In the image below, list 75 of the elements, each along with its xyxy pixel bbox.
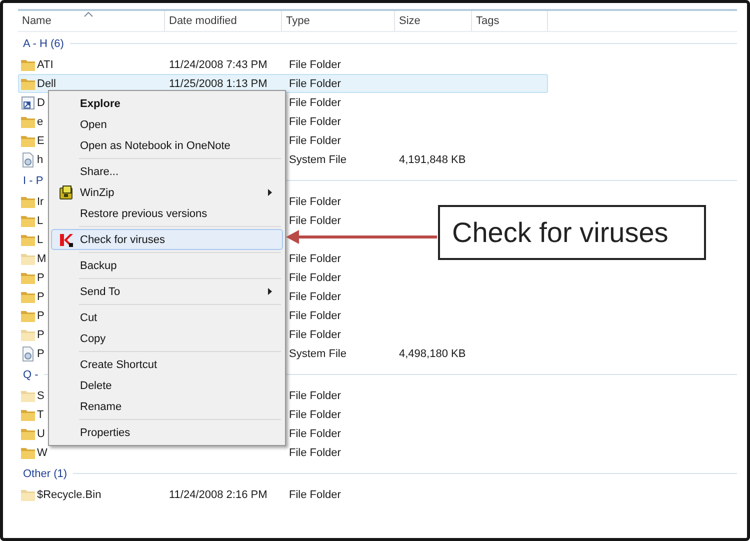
file-name: L — [37, 214, 44, 226]
file-name: M — [37, 252, 46, 264]
file-name: $Recycle.Bin — [37, 488, 102, 500]
menu-item[interactable]: Rename — [51, 396, 283, 417]
column-header[interactable]: Type — [282, 11, 395, 31]
file-name: h — [37, 154, 44, 166]
group-header[interactable]: Q - — [23, 368, 38, 380]
file-name: W — [37, 446, 48, 458]
file-name: S — [37, 390, 44, 402]
file-name: U — [37, 428, 45, 440]
menu-item[interactable]: Send To — [51, 281, 283, 302]
date-modified: 11/24/2008 2:16 PM — [169, 488, 268, 500]
column-header[interactable]: Name — [18, 11, 165, 31]
menu-item[interactable]: Restore previous versions — [51, 203, 283, 224]
menu-item[interactable]: Explore — [51, 93, 283, 114]
file-name: P — [37, 348, 44, 360]
file-name: Ir — [37, 196, 44, 208]
file-type: File Folder — [289, 58, 341, 70]
file-name: P — [37, 310, 44, 322]
file-type: System File — [289, 154, 346, 166]
menu-item[interactable]: WinZip — [51, 182, 283, 203]
callout-text: Check for viruses — [438, 205, 706, 260]
menu-item[interactable]: Open as Notebook in OneNote — [51, 135, 283, 156]
menu-item[interactable]: Open — [51, 114, 283, 135]
file-name: P — [37, 328, 44, 340]
file-name: P — [37, 290, 44, 302]
file-row[interactable]: Dell 11/25/2008 1:13 PM File Folder — [18, 74, 548, 93]
file-name: E — [37, 134, 44, 146]
file-name: T — [37, 408, 44, 420]
file-size: 4,191,848 KB — [399, 154, 466, 166]
column-header[interactable]: Size — [395, 11, 472, 31]
menu-item[interactable]: Delete — [51, 375, 283, 396]
menu-item[interactable]: Share... — [51, 161, 283, 182]
file-name: Dell — [37, 78, 56, 90]
file-type: File Folder — [289, 196, 341, 208]
shortcut-icon — [20, 94, 36, 110]
file-name: e — [37, 116, 44, 128]
column-header[interactable]: Date modified — [165, 11, 282, 31]
file-type: System File — [289, 348, 346, 360]
file-type: File Folder — [289, 214, 341, 226]
file-name: L — [37, 234, 44, 246]
group-header[interactable]: A - H (6) — [23, 38, 64, 50]
file-type: File Folder — [289, 488, 341, 500]
file-type: File Folder — [289, 272, 341, 284]
menu-item[interactable]: Cut — [51, 307, 283, 328]
menu-item[interactable]: Properties — [51, 422, 283, 443]
submenu-arrow-icon — [268, 189, 272, 196]
file-type: File Folder — [289, 290, 341, 302]
file-type: File Folder — [289, 328, 341, 340]
date-modified: 11/25/2008 1:13 PM — [169, 78, 268, 90]
menu-item[interactable]: Check for viruses — [51, 229, 283, 250]
file-type: File Folder — [289, 428, 341, 440]
file-type: File Folder — [289, 252, 341, 264]
file-type: File Folder — [289, 134, 341, 146]
file-type: File Folder — [289, 446, 341, 458]
menu-item[interactable]: Create Shortcut — [51, 354, 283, 375]
archive-icon — [58, 184, 74, 200]
file-type: File Folder — [289, 96, 341, 108]
date-modified: 11/24/2008 7:43 PM — [169, 58, 268, 70]
file-size: 4,498,180 KB — [399, 348, 466, 360]
column-header[interactable]: Tags — [472, 11, 548, 31]
submenu-arrow-icon — [268, 288, 272, 295]
file-type: File Folder — [289, 310, 341, 322]
file-name: P — [37, 272, 44, 284]
file-type: File Folder — [289, 408, 341, 420]
file-name: D — [37, 96, 45, 108]
k-logo-icon — [59, 232, 73, 246]
file-name: ATI — [37, 58, 54, 70]
group-header[interactable]: Other (1) — [23, 468, 68, 480]
file-type: File Folder — [289, 116, 341, 128]
group-header[interactable]: I - P — [23, 174, 44, 186]
file-type: File Folder — [289, 390, 341, 402]
menu-item[interactable]: Copy — [51, 328, 283, 349]
file-type: File Folder — [289, 78, 341, 90]
menu-item[interactable]: Backup — [51, 255, 283, 276]
